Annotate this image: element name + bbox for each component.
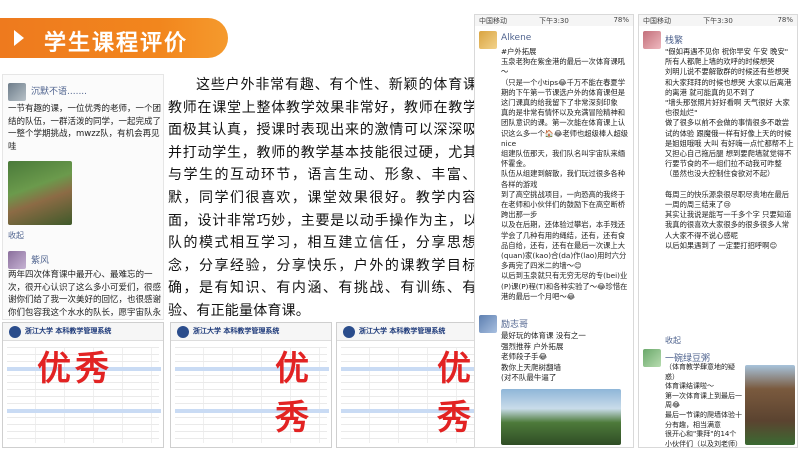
- avatar: [8, 83, 26, 101]
- collapse-link[interactable]: 收起: [8, 230, 24, 241]
- report-header: 浙江大学 本科教学管理系统: [3, 323, 163, 341]
- university-logo-icon: [9, 326, 21, 338]
- excellent-stamp: 优秀: [275, 349, 313, 438]
- post-username: Alkene: [501, 33, 532, 43]
- university-logo-icon: [177, 326, 189, 338]
- post-photo: [8, 161, 72, 225]
- feed-screenshot-left: 沉默不语....... 一节有趣的课，一位优秀的老师，一个团结的队伍，一群活泼的…: [2, 74, 164, 320]
- avatar: [8, 251, 26, 269]
- evaluation-report: 浙江大学 本科教学管理系统 优秀: [2, 322, 164, 448]
- post-text: 两年四次体育课中最开心、最难忘的一次，很开心认识了这么多小可爱们，很感谢你们给了…: [8, 270, 162, 318]
- time-label: 下午3:30: [703, 17, 733, 25]
- phone-screenshot-2: 中国移动 下午3:30 78% 栈繁 "假如再遇不见你 祝你早安 午安 晚安" …: [638, 14, 798, 448]
- excellent-stamp: 优秀: [37, 349, 113, 389]
- avatar: [479, 31, 497, 49]
- report-title: 浙江大学 本科教学管理系统: [359, 327, 446, 335]
- evaluation-paragraph: 这些户外非常有趣、有个性、新颖的体育课，教师在课堂上整体教学效果非常好，教师在教…: [168, 77, 492, 319]
- wall-photo: [745, 365, 795, 445]
- battery-label: 78%: [777, 16, 793, 24]
- status-bar: 中国移动 下午3:30 78%: [639, 15, 797, 26]
- post-text: 最好玩的体育课 没有之一 强烈推荐 户外拓展 老师段子手😂 教你上天爬树翻墙 (…: [501, 331, 586, 382]
- evaluation-report: 浙江大学 本科教学管理系统 优秀: [170, 322, 332, 448]
- university-logo-icon: [343, 326, 355, 338]
- post-username: 紫风: [31, 256, 50, 266]
- report-title: 浙江大学 本科教学管理系统: [193, 327, 280, 335]
- page-title: 学生课程评价: [44, 31, 189, 56]
- post-username: 沉默不语.......: [31, 87, 88, 97]
- arrow-icon: [14, 30, 24, 46]
- report-header: 浙江大学 本科教学管理系统: [337, 323, 497, 341]
- phone-screenshot-1: 中国移动 下午3:30 78% Alkene #户外拓展 玉泉老狗在紫金港的最后…: [474, 14, 634, 448]
- status-bar: 中国移动 下午3:30 78%: [475, 15, 633, 26]
- report-title: 浙江大学 本科教学管理系统: [25, 327, 112, 335]
- title-banner: 学生课程评价: [0, 18, 228, 58]
- report-highlight-row: [7, 409, 161, 413]
- post-username: 栈繁: [665, 36, 684, 46]
- post-text: "假如再遇不见你 祝你早安 午安 晚安" 所有人都爬上墙的欢呼的时候想哭 刘明儿…: [665, 47, 794, 250]
- avatar: [643, 349, 661, 367]
- avatar: [643, 31, 661, 49]
- group-photo: [501, 389, 621, 445]
- avatar: [479, 315, 497, 333]
- collapse-link[interactable]: 收起: [665, 335, 681, 346]
- battery-label: 78%: [613, 16, 629, 24]
- post-text: 一节有趣的课，一位优秀的老师，一个团结的队伍，一群活泼的同学，一起完成了一整个学…: [8, 104, 162, 152]
- report-header: 浙江大学 本科教学管理系统: [171, 323, 331, 341]
- time-label: 下午3:30: [539, 17, 569, 25]
- post-username: 励志哥: [501, 320, 529, 330]
- post-text: （体育教学肆意地的疑惑） 体育课结课啦～ 第一次体育课上到最后一周😂 最后一节课…: [665, 363, 742, 448]
- post-text: #户外拓展 玉泉老狗在紫金港的最后一次体育课吼～ （只是一个小tips😂千万不能…: [501, 47, 629, 301]
